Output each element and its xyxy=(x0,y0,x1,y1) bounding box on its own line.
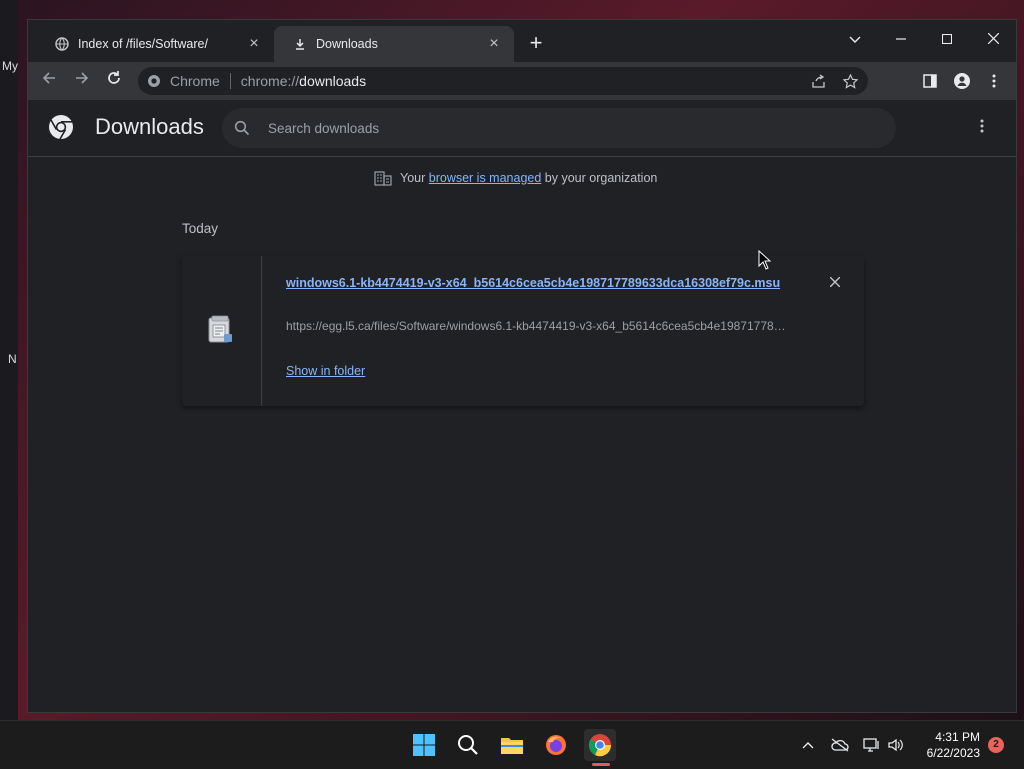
new-tab-button[interactable]: + xyxy=(526,32,546,54)
omnibox-divider xyxy=(229,73,231,89)
show-hidden-icons-chevron-icon[interactable] xyxy=(798,735,818,755)
kebab-menu-icon[interactable] xyxy=(984,71,1004,91)
tab-strip: Index of /files/Software/ × Downloads × … xyxy=(28,20,1016,62)
remove-download-icon[interactable] xyxy=(826,274,844,292)
search-placeholder: Search downloads xyxy=(268,120,380,136)
tab-index-software[interactable]: Index of /files/Software/ × xyxy=(36,26,274,62)
firefox-button[interactable] xyxy=(540,729,572,761)
forward-button[interactable] xyxy=(71,70,93,92)
mouse-cursor-icon xyxy=(758,250,772,270)
onedrive-offline-icon[interactable] xyxy=(830,735,850,755)
browser-window: Index of /files/Software/ × Downloads × … xyxy=(28,20,1016,712)
star-icon[interactable] xyxy=(840,71,860,91)
clock-time: 4:31 PM xyxy=(935,730,980,744)
volume-icon[interactable] xyxy=(886,735,906,755)
downloads-page: Downloads Search downloads Your browser … xyxy=(28,100,1016,712)
close-icon[interactable]: × xyxy=(486,36,502,52)
system-clock[interactable]: 4:31 PM 6/22/2023 xyxy=(914,729,980,761)
chrome-icon xyxy=(588,734,612,757)
start-button[interactable] xyxy=(408,729,440,761)
close-window-button[interactable] xyxy=(978,26,1008,52)
clock-date: 6/22/2023 xyxy=(926,746,980,760)
back-button[interactable] xyxy=(38,70,60,92)
downloads-header: Downloads Search downloads xyxy=(28,100,1016,157)
search-icon xyxy=(458,735,478,755)
page-title: Downloads xyxy=(95,114,204,139)
url-path: downloads xyxy=(299,73,367,89)
profile-icon[interactable] xyxy=(952,71,972,91)
chrome-taskbar-button[interactable] xyxy=(584,729,616,761)
active-app-indicator xyxy=(592,763,610,766)
side-panel-icon[interactable] xyxy=(920,71,940,91)
search-icon xyxy=(234,120,250,136)
windows-logo-icon xyxy=(413,734,435,756)
show-in-folder-link[interactable]: Show in folder xyxy=(286,364,365,378)
browser-toolbar: Chrome chrome:// downloads xyxy=(28,62,1016,100)
omnibox-actions xyxy=(808,71,860,91)
desktop-icon-label[interactable]: My xyxy=(2,59,18,73)
tab-downloads[interactable]: Downloads × xyxy=(274,26,514,62)
file-explorer-button[interactable] xyxy=(496,729,528,761)
file-name-link[interactable]: windows6.1-kb4474419-v3-x64_b5614c6cea5c… xyxy=(286,273,790,293)
tab-search-chevron-icon[interactable] xyxy=(840,26,870,52)
address-bar[interactable]: Chrome chrome:// downloads xyxy=(138,67,868,95)
firefox-icon xyxy=(546,735,566,755)
notification-badge[interactable]: 2 xyxy=(988,737,1004,753)
managed-notice: Your browser is managed by your organiza… xyxy=(374,170,657,186)
tab-title: Downloads xyxy=(316,37,378,51)
card-divider xyxy=(261,256,262,406)
desktop-icon-label[interactable]: N xyxy=(8,352,17,366)
chrome-icon xyxy=(146,73,162,89)
share-icon[interactable] xyxy=(808,71,828,91)
url-scheme: chrome:// xyxy=(240,73,300,89)
download-icon xyxy=(292,36,308,52)
taskbar: 4:31 PM 6/22/2023 2 xyxy=(0,720,1024,769)
minimize-button[interactable] xyxy=(886,26,916,52)
building-icon xyxy=(374,171,392,186)
source-url: https://egg.l5.ca/files/Software/windows… xyxy=(286,319,786,333)
maximize-button[interactable] xyxy=(932,26,962,52)
omnibox-chip: Chrome xyxy=(170,73,220,89)
more-actions-icon[interactable] xyxy=(972,118,992,138)
managed-suffix: by your organization xyxy=(544,171,658,185)
managed-link[interactable]: browser is managed xyxy=(429,171,542,185)
download-item: windows6.1-kb4474419-v3-x64_b5614c6cea5c… xyxy=(182,256,864,406)
close-icon[interactable]: × xyxy=(246,36,262,52)
reload-button[interactable] xyxy=(103,70,125,92)
tab-title: Index of /files/Software/ xyxy=(78,37,208,51)
managed-prefix: Your xyxy=(400,171,426,185)
globe-icon xyxy=(54,36,70,52)
taskbar-search-button[interactable] xyxy=(452,729,484,761)
network-icon[interactable] xyxy=(862,735,882,755)
chrome-logo-icon xyxy=(49,115,73,140)
search-input[interactable]: Search downloads xyxy=(222,108,896,148)
installer-file-icon xyxy=(208,315,232,343)
date-heading: Today xyxy=(182,221,219,236)
folder-icon xyxy=(501,738,523,754)
